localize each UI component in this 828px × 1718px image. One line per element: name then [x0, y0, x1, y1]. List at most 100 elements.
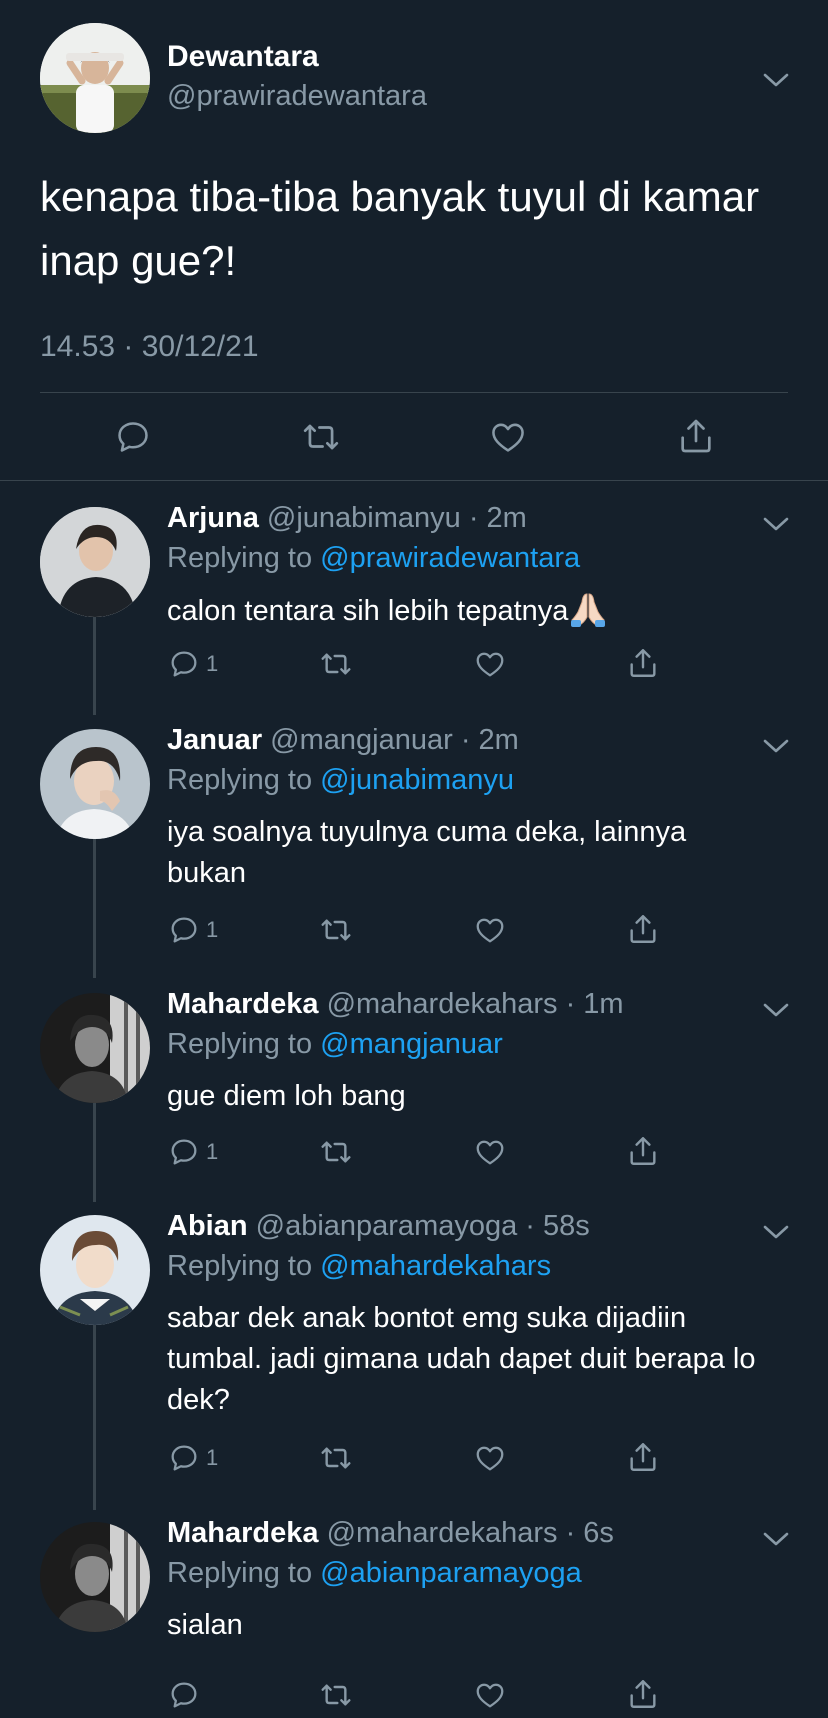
- author-name[interactable]: Mahardeka: [167, 988, 319, 1020]
- replying-label: Replying to: [167, 1028, 321, 1060]
- chevron-down-icon[interactable]: [763, 1531, 789, 1547]
- reply-tweet: Abian @abianparamayoga · 58s Replying to…: [0, 1210, 828, 1490]
- author-name[interactable]: Abian: [167, 1210, 248, 1242]
- reply-icon: [171, 1139, 197, 1165]
- retweet-button[interactable]: [300, 418, 342, 456]
- reply-icon: [118, 422, 148, 452]
- retweet-button[interactable]: [318, 648, 354, 680]
- reply-button[interactable]: 1: [168, 914, 218, 946]
- share-icon: [630, 649, 656, 677]
- folded-hands-emoji: [571, 593, 606, 627]
- retweet-icon: [321, 919, 351, 941]
- chevron-down-icon[interactable]: [763, 72, 789, 88]
- reply-icon: [171, 651, 197, 677]
- like-icon: [492, 423, 524, 452]
- author-handle[interactable]: @prawiradewantara: [167, 80, 427, 113]
- reply-button[interactable]: [114, 418, 152, 456]
- like-icon: [476, 1446, 504, 1471]
- reply-icon: [171, 1682, 197, 1708]
- main-tweet: Dewantara @prawiradewantara kenapa tiba-…: [0, 0, 828, 480]
- retweet-button[interactable]: [318, 1679, 354, 1711]
- share-icon: [630, 1137, 656, 1165]
- share-icon: [681, 419, 711, 453]
- author-handle-time[interactable]: @abianparamayoga · 58s: [256, 1210, 590, 1242]
- replying-label: Replying to: [167, 1250, 321, 1282]
- like-icon: [476, 1140, 504, 1165]
- divider: [40, 392, 788, 393]
- avatar[interactable]: [40, 1522, 150, 1632]
- retweet-icon: [321, 653, 351, 675]
- reply-button[interactable]: 1: [168, 1442, 218, 1474]
- reply-button[interactable]: 1: [168, 1136, 218, 1168]
- reply-tweet: Arjuna @junabimanyu · 2m Replying to @pr…: [0, 502, 828, 702]
- share-button[interactable]: [626, 1440, 660, 1474]
- mention-link[interactable]: @junabimanyu: [320, 764, 514, 796]
- reply-count: 1: [206, 917, 219, 942]
- mention-link[interactable]: @mangjanuar: [320, 1028, 503, 1060]
- author-name[interactable]: Arjuna: [167, 502, 259, 534]
- mention-link[interactable]: @abianparamayoga: [320, 1557, 582, 1589]
- author-handle-time[interactable]: @mahardekahars · 6s: [327, 1517, 614, 1549]
- reply-icon: [171, 917, 197, 943]
- tweet-timestamp: 14.53 · 30/12/21: [40, 330, 259, 363]
- reply-button[interactable]: [168, 1679, 206, 1711]
- like-icon: [476, 652, 504, 677]
- author-name[interactable]: Mahardeka: [167, 1517, 319, 1549]
- avatar[interactable]: [40, 23, 150, 133]
- avatar[interactable]: [40, 1215, 150, 1325]
- like-icon: [476, 918, 504, 943]
- share-button[interactable]: [626, 646, 660, 680]
- reply-count: 1: [206, 1139, 219, 1164]
- like-button[interactable]: [473, 1442, 507, 1474]
- share-icon: [630, 1443, 656, 1471]
- mention-link[interactable]: @prawiradewantara: [320, 542, 580, 574]
- share-button[interactable]: [626, 1134, 660, 1168]
- author-name[interactable]: Dewantara: [167, 40, 319, 74]
- reply-tweet: Mahardeka @mahardekahars · 6s Replying t…: [0, 1517, 828, 1717]
- replying-label: Replying to: [167, 764, 321, 796]
- retweet-icon: [321, 1141, 351, 1163]
- like-button[interactable]: [488, 418, 528, 456]
- tweet-text: kenapa tiba-tiba banyak tuyul di kamar i…: [40, 173, 760, 284]
- reply-text: sialan: [167, 1609, 243, 1641]
- chevron-down-icon[interactable]: [763, 1224, 789, 1240]
- like-button[interactable]: [473, 1136, 507, 1168]
- chevron-down-icon[interactable]: [763, 516, 789, 532]
- divider: [0, 480, 828, 481]
- like-button[interactable]: [473, 914, 507, 946]
- chevron-down-icon[interactable]: [763, 738, 789, 754]
- author-handle-time[interactable]: @junabimanyu · 2m: [267, 502, 527, 534]
- author-handle-time[interactable]: @mahardekahars · 1m: [327, 988, 624, 1020]
- reply-text: iya soalnya tuyulnya cuma deka, lainnya …: [167, 816, 687, 889]
- mention-link[interactable]: @mahardekahars: [320, 1250, 551, 1282]
- reply-button[interactable]: 1: [168, 648, 218, 680]
- chevron-down-icon[interactable]: [763, 1002, 789, 1018]
- reply-count: 1: [206, 1445, 219, 1470]
- retweet-icon: [303, 424, 339, 450]
- retweet-icon: [321, 1447, 351, 1469]
- share-icon: [630, 1680, 656, 1708]
- reply-count: 1: [206, 651, 219, 676]
- share-button[interactable]: [626, 1677, 660, 1711]
- avatar[interactable]: [40, 729, 150, 839]
- like-icon: [476, 1683, 504, 1708]
- reply-icon: [171, 1445, 197, 1471]
- like-button[interactable]: [473, 1679, 507, 1711]
- like-button[interactable]: [473, 648, 507, 680]
- share-button[interactable]: [676, 416, 716, 456]
- reply-tweet: Mahardeka @mahardekahars · 1m Replying t…: [0, 988, 828, 1188]
- avatar[interactable]: [40, 507, 150, 617]
- author-name[interactable]: Januar: [167, 724, 262, 756]
- reply-text: gue diem loh bang: [167, 1080, 406, 1112]
- retweet-icon: [321, 1684, 351, 1706]
- replying-label: Replying to: [167, 1557, 321, 1589]
- retweet-button[interactable]: [318, 1442, 354, 1474]
- avatar[interactable]: [40, 993, 150, 1103]
- retweet-button[interactable]: [318, 914, 354, 946]
- reply-tweet: Januar @mangjanuar · 2m Replying to @jun…: [0, 724, 828, 964]
- retweet-button[interactable]: [318, 1136, 354, 1168]
- replying-label: Replying to: [167, 542, 321, 574]
- author-handle-time[interactable]: @mangjanuar · 2m: [270, 724, 519, 756]
- share-button[interactable]: [626, 912, 660, 946]
- share-icon: [630, 915, 656, 943]
